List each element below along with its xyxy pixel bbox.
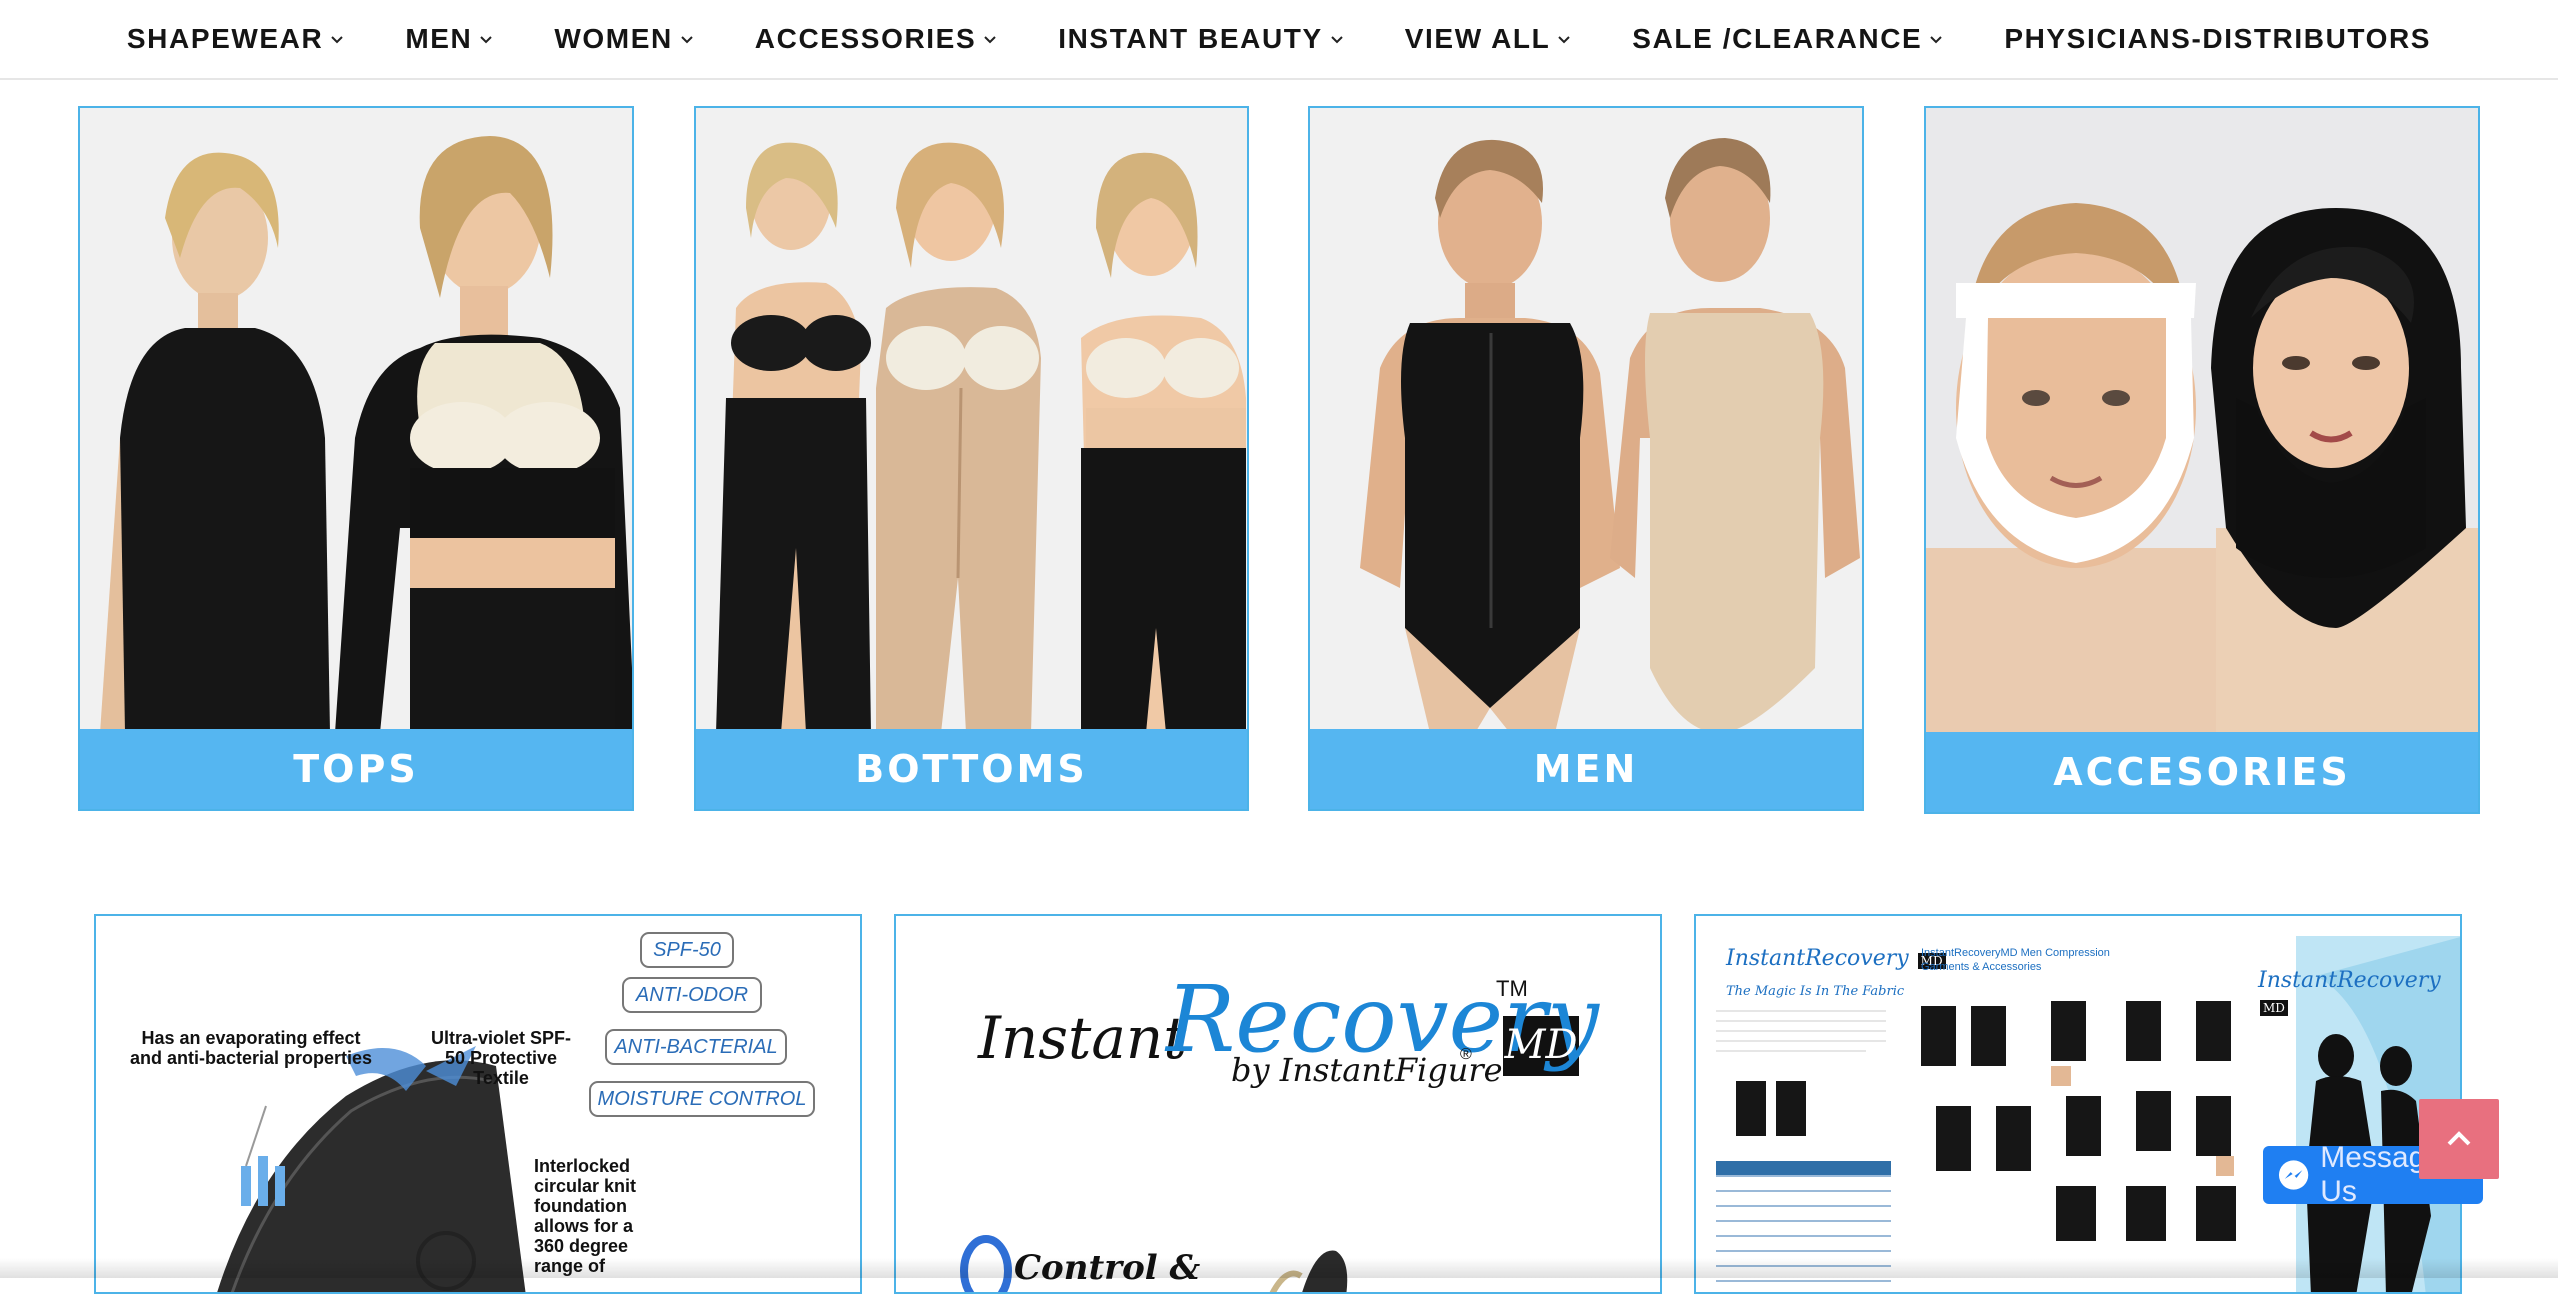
nav-label: ACCESSORIES <box>754 23 977 54</box>
brand-tm: TM <box>1496 976 1528 1001</box>
tops-models-image <box>80 108 632 729</box>
badge-anti-odor: ANTI-ODOR <box>635 984 749 1006</box>
catalog-logo-right-md: MD <box>2260 1000 2288 1016</box>
chevron-down-icon <box>331 36 344 44</box>
category-card-bottoms[interactable]: BOTTOMS <box>694 106 1249 811</box>
chevron-down-icon <box>1331 36 1343 44</box>
badge-moisture-control: MOISTURE CONTROL <box>597 1088 807 1110</box>
catalog-heading: InstantRecoveryMD Men Compression Garmen… <box>1921 947 2110 973</box>
bottoms-photo <box>696 108 1247 729</box>
callout-evaporating: Has an evaporating effect and anti-bacte… <box>129 1028 373 1068</box>
back-to-top-button[interactable] <box>2419 1099 2499 1179</box>
catalog-tagline: The Magic Is In The Fabric <box>1726 984 1905 999</box>
nav-label: WOMEN <box>554 23 673 54</box>
main-nav: SHAPEWEAR MEN WOMEN ACCESSORIES INSTANT … <box>0 0 2558 80</box>
instant-recovery-brand-tile[interactable]: Instant Recovery TM MD by InstantFigure … <box>894 914 1662 1294</box>
chevron-down-icon <box>1558 36 1571 44</box>
messenger-icon <box>2278 1160 2309 1190</box>
catalog-logo-right: InstantRecovery MD <box>2258 968 2460 1018</box>
nav-label: INSTANT BEAUTY <box>1058 23 1323 54</box>
bottoms-models-image <box>696 108 1247 729</box>
category-band: BOTTOMS <box>696 729 1247 809</box>
accesories-photo <box>1926 108 2478 734</box>
nav-item-accessories[interactable]: ACCESSORIES <box>725 0 1028 79</box>
category-card-accesories[interactable]: ACCESORIES <box>1924 106 2480 814</box>
brand-md: MD <box>1504 1022 1578 1068</box>
brand-registered: ® <box>1460 1046 1472 1063</box>
men-models-image <box>1310 108 1862 729</box>
nav-label: MEN <box>405 23 473 54</box>
accesories-models-image <box>1926 108 2478 734</box>
callout-spf: Ultra-violet SPF-50 Protective Textile <box>430 1028 572 1088</box>
category-band: TOPS <box>80 729 632 809</box>
chevron-down-icon <box>984 36 996 44</box>
category-card-tops[interactable]: TOPS <box>78 106 634 811</box>
nav-label: SHAPEWEAR <box>126 23 324 54</box>
nav-label: PHYSICIANS-DISTRIBUTORS <box>2004 23 2432 54</box>
category-label: ACCESORIES <box>2053 750 2351 794</box>
category-label: TOPS <box>293 747 419 791</box>
fabric-features-tile[interactable]: SPF-50 ANTI-ODOR ANTI-BACTERIAL MOISTURE… <box>94 914 862 1294</box>
tops-photo <box>80 108 632 729</box>
chevron-down-icon <box>1930 36 1943 44</box>
nav-item-shapewear[interactable]: SHAPEWEAR <box>97 0 375 79</box>
catalog-logo-right-text: InstantRecovery <box>2258 968 2441 993</box>
category-band: MEN <box>1310 729 1862 809</box>
nav-label: VIEW ALL <box>1404 23 1551 54</box>
nav-item-view-all[interactable]: VIEW ALL <box>1375 0 1603 79</box>
category-card-men[interactable]: MEN <box>1308 106 1864 811</box>
catalog-logo-left: InstantRecovery MD <box>1726 946 1946 971</box>
nav-item-instant-beauty[interactable]: INSTANT BEAUTY <box>1028 0 1375 79</box>
window-bottom-shadow <box>0 1258 2558 1278</box>
nav-item-sale-clearance[interactable]: SALE /CLEARANCE <box>1602 0 1974 79</box>
badge-spf-50: SPF-50 <box>653 939 721 961</box>
category-label: MEN <box>1533 747 1639 791</box>
men-photo <box>1310 108 1862 729</box>
nav-item-physicians-distributors[interactable]: PHYSICIANS-DISTRIBUTORS <box>1974 0 2461 79</box>
category-label: BOTTOMS <box>855 747 1088 791</box>
chevron-down-icon <box>480 36 493 44</box>
badge-anti-bacterial: ANTI-BACTERIAL <box>614 1036 778 1058</box>
nav-label: SALE /CLEARANCE <box>1632 23 1923 54</box>
nav-item-men[interactable]: MEN <box>375 0 524 79</box>
chevron-down-icon <box>681 36 693 44</box>
catalog-logo-left-text: InstantRecovery <box>1726 946 1909 971</box>
category-band: ACCESORIES <box>1926 732 2478 812</box>
nav-item-women[interactable]: WOMEN <box>524 0 724 79</box>
chevron-up-icon <box>2447 1131 2471 1146</box>
catalog-tile[interactable]: InstantRecovery MD InstantRecovery MD In… <box>1694 914 2462 1294</box>
brand-instant: Instant <box>978 1004 1187 1072</box>
